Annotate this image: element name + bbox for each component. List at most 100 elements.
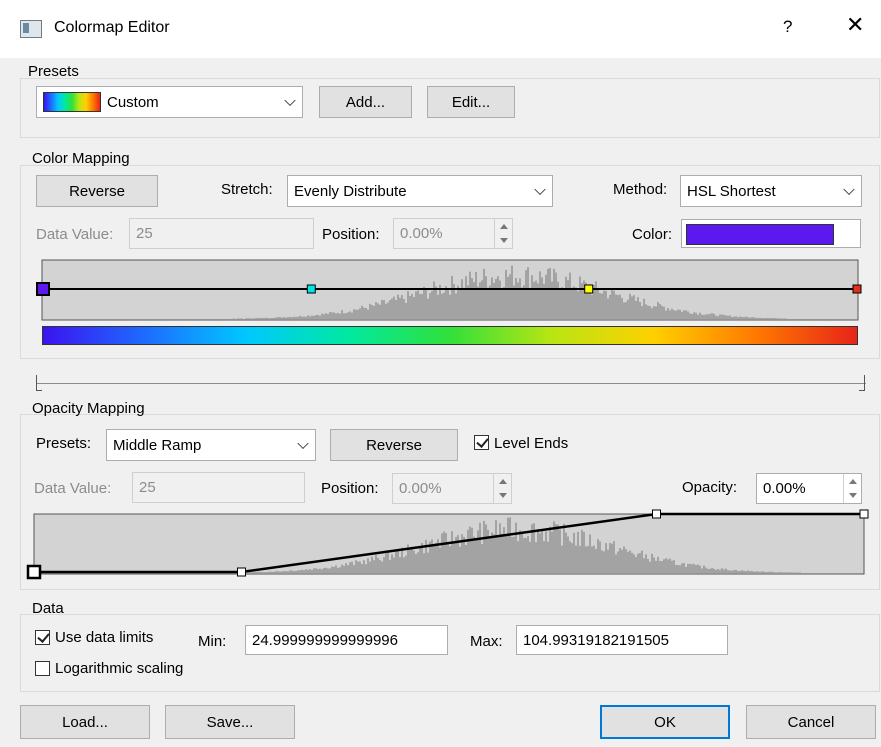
histogram-bar: [391, 554, 393, 573]
histogram-bar: [635, 300, 637, 319]
histogram-bar: [245, 318, 247, 319]
histogram-bar: [307, 315, 309, 319]
histogram-bar: [575, 545, 577, 573]
ok-button[interactable]: OK: [600, 705, 730, 739]
histogram-bar: [567, 536, 569, 573]
color-control-point[interactable]: [306, 284, 316, 294]
histogram-bar: [687, 563, 689, 573]
stretch-label: Stretch:: [221, 181, 273, 198]
histogram-bar: [577, 291, 579, 319]
presets-combo[interactable]: Custom: [36, 86, 303, 118]
opacity-spinbox[interactable]: 0.00%: [756, 473, 862, 504]
histogram-bar: [377, 557, 379, 573]
histogram-bar: [637, 553, 639, 573]
stretch-combo[interactable]: Evenly Distribute: [287, 175, 553, 207]
histogram-bar: [345, 563, 347, 573]
color-control-point[interactable]: [36, 282, 50, 296]
histogram-bar: [351, 312, 353, 319]
range-slider[interactable]: [36, 373, 866, 393]
histogram-bar: [287, 571, 289, 573]
histogram-bar: [675, 310, 677, 319]
histogram-bar: [609, 294, 611, 319]
histogram-bar: [327, 568, 329, 573]
cancel-button[interactable]: Cancel: [746, 705, 876, 739]
color-control-point[interactable]: [584, 284, 594, 294]
histogram-bar: [721, 568, 723, 573]
min-field[interactable]: 24.999999999999996: [245, 625, 448, 655]
opacity-transfer-editor[interactable]: [26, 506, 872, 582]
range-slider-max-handle[interactable]: [859, 375, 865, 391]
histogram-bar: [673, 310, 675, 319]
histogram-bar: [521, 532, 523, 573]
histogram-bar: [555, 272, 557, 319]
histogram-bar: [485, 276, 487, 319]
histogram-bar: [283, 317, 285, 319]
histogram-bar: [459, 289, 461, 319]
histogram-bar: [625, 549, 627, 573]
histogram-bar: [689, 563, 691, 573]
opacity-reverse-button[interactable]: Reverse: [330, 429, 458, 461]
histogram-bar: [387, 302, 389, 319]
histogram-bar: [365, 308, 367, 319]
load-button[interactable]: Load...: [20, 705, 150, 739]
histogram-bar: [429, 293, 431, 319]
log-scaling-checkbox[interactable]: [35, 661, 50, 676]
histogram-bar: [471, 278, 473, 319]
histogram-bar: [447, 541, 449, 573]
histogram-bar: [387, 551, 389, 573]
opacity-data-value-field[interactable]: 25: [132, 472, 305, 503]
histogram-bar: [603, 551, 605, 573]
histogram-bar: [267, 571, 269, 573]
range-slider-min-handle[interactable]: [36, 375, 42, 391]
histogram-bar: [495, 520, 497, 573]
opacity-control-point[interactable]: [237, 567, 246, 577]
histogram-bar: [309, 316, 311, 319]
histogram-bar: [577, 531, 579, 573]
histogram-bar: [425, 288, 427, 319]
spinner-arrows-icon[interactable]: [843, 474, 861, 503]
histogram-bar: [541, 529, 543, 573]
histogram-bar: [249, 318, 251, 319]
color-position-spinbox[interactable]: 0.00%: [393, 218, 513, 249]
use-data-limits-checkbox[interactable]: [35, 630, 50, 645]
color-control-point[interactable]: [852, 284, 862, 294]
max-field[interactable]: 104.99319182191505: [516, 625, 728, 655]
histogram-bar: [723, 569, 725, 573]
color-data-value-field[interactable]: 25: [129, 218, 314, 249]
histogram-bar: [259, 571, 261, 573]
histogram-bar: [701, 314, 703, 319]
histogram-bar: [555, 524, 557, 573]
opacity-control-point[interactable]: [652, 509, 661, 519]
opacity-position-spinbox[interactable]: 0.00%: [392, 473, 512, 504]
histogram-bar: [355, 560, 357, 573]
color-picker-button[interactable]: [681, 219, 861, 248]
close-icon[interactable]: ✕: [846, 14, 864, 36]
color-transfer-editor[interactable]: [36, 257, 862, 323]
histogram-bar: [385, 303, 387, 319]
edit-preset-button[interactable]: Edit...: [427, 86, 515, 118]
histogram-bar: [351, 561, 353, 573]
add-preset-button[interactable]: Add...: [319, 86, 412, 118]
color-reverse-button[interactable]: Reverse: [36, 175, 158, 207]
opacity-control-point[interactable]: [26, 564, 42, 580]
histogram-bar: [549, 526, 551, 573]
histogram-bar: [561, 545, 563, 573]
method-combo[interactable]: HSL Shortest: [680, 175, 862, 207]
histogram-bar: [797, 572, 799, 573]
histogram-bar: [347, 312, 349, 319]
opacity-control-point[interactable]: [859, 509, 869, 519]
histogram-bar: [545, 531, 547, 573]
level-ends-checkbox[interactable]: [474, 435, 489, 450]
spinner-arrows-icon[interactable]: [493, 474, 511, 503]
save-button[interactable]: Save...: [165, 705, 295, 739]
histogram-bar: [323, 314, 325, 319]
histogram-bar: [685, 567, 687, 573]
title-bar: Colormap Editor ? ✕: [0, 0, 881, 58]
histogram-bar: [239, 318, 241, 319]
histogram-bar: [633, 295, 635, 319]
help-button[interactable]: ?: [783, 17, 792, 37]
histogram-bar: [667, 559, 669, 573]
histogram-bar: [441, 533, 443, 573]
opacity-presets-combo[interactable]: Middle Ramp: [106, 429, 316, 461]
spinner-arrows-icon[interactable]: [494, 219, 512, 248]
